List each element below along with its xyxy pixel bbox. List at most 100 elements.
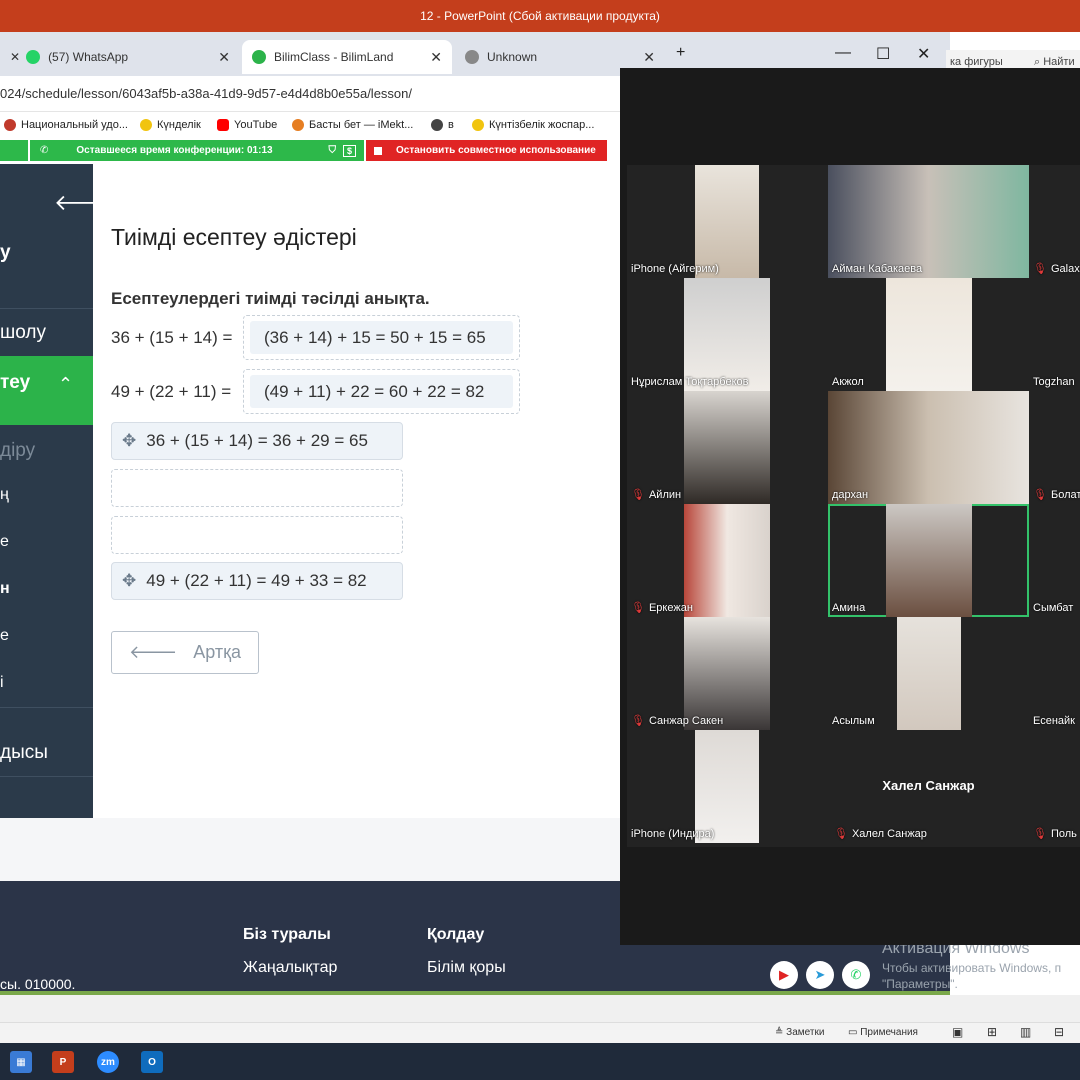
mic-muted-icon: 🎙 (631, 602, 645, 614)
window-close-icon[interactable]: ✕ (917, 44, 930, 64)
bookmark-label: в (448, 119, 454, 131)
sidebar-item-0[interactable]: у (0, 242, 93, 264)
move-icon[interactable]: ✥ (122, 431, 136, 451)
close-icon[interactable]: ✕ (643, 49, 655, 66)
name-text: Акжол (832, 376, 864, 388)
tab-whatsapp[interactable]: ✕ (57) WhatsApp ✕ (0, 40, 240, 74)
participant-tile[interactable]: Сымбат (1029, 504, 1080, 617)
bookmark-national[interactable]: Национальный удо... (4, 119, 128, 131)
sidebar-item-6[interactable]: н (0, 580, 93, 598)
name-text: Санжар Сакен (648, 714, 724, 727)
bookmark-label: Национальный удо... (21, 119, 128, 131)
sidebar-item-4[interactable]: ң (0, 486, 93, 504)
youtube-icon[interactable]: ▶ (770, 961, 798, 989)
participant-name: Акжол (832, 376, 864, 388)
search-icon: ⌕ (1034, 56, 1044, 68)
maximize-icon[interactable]: ☐ (876, 44, 890, 64)
participant-tile[interactable]: Айман Кабакаева (828, 165, 1029, 278)
move-icon[interactable]: ✥ (122, 571, 136, 591)
content-bottom-strip (0, 818, 620, 881)
participant-tile[interactable]: Togzhan (1029, 278, 1080, 391)
bookmark-youtube[interactable]: YouTube (217, 119, 277, 131)
outlook-icon[interactable]: O (141, 1051, 163, 1073)
tab-left-close-icon[interactable]: ✕ (10, 50, 20, 64)
globe-icon (465, 50, 479, 64)
answer-card[interactable]: (36 + 14) + 15 = 50 + 15 = 65 (250, 321, 513, 354)
answer-card[interactable]: (49 + 11) + 22 = 60 + 22 = 82 (250, 375, 513, 408)
sidebar-item-7[interactable]: е (0, 627, 93, 645)
back-button[interactable]: 🡐 Артқа (111, 631, 259, 674)
powerpoint-icon[interactable]: P (52, 1051, 74, 1073)
name-text: iPhone (Индира) (631, 828, 715, 840)
participant-tile[interactable]: 🎙 Санжар Сакен (627, 617, 828, 730)
participant-tile[interactable]: Есенайк (1029, 617, 1080, 730)
sidebar-item-5[interactable]: е (0, 533, 93, 551)
reading-view-icon[interactable]: ▥ (1020, 1025, 1031, 1039)
tab-label: (57) WhatsApp (48, 50, 129, 64)
bookmark-plan[interactable]: Күнтізбелік жоспар... (472, 119, 594, 131)
mic-muted-icon: 🎙 (631, 715, 645, 727)
participant-tile[interactable]: 🎙 Айлин (627, 391, 828, 504)
empty-slot[interactable] (111, 469, 403, 507)
ppt-horizontal-scroll[interactable] (0, 995, 1080, 1023)
participant-tile[interactable]: iPhone (Индира) (627, 730, 828, 843)
stop-icon (374, 146, 382, 155)
draggable-card[interactable]: ✥ 49 + (22 + 11) = 49 + 33 = 82 (111, 562, 403, 600)
stop-share-button[interactable]: Остановить совместное использование (366, 140, 607, 161)
participant-tile[interactable]: 🎙 Еркежан (627, 504, 828, 617)
participant-tile[interactable]: дархан (828, 391, 1029, 504)
answer-dropzone[interactable]: (49 + 11) + 22 = 60 + 22 = 82 (243, 369, 520, 414)
comments-label: Примечания (860, 1027, 918, 1038)
bookmark-label: Басты бет — iMekt... (309, 119, 414, 131)
bookmark-icon (4, 119, 16, 131)
sidebar-item-8[interactable]: і (0, 674, 93, 692)
notes-button[interactable]: ≜ Заметки (775, 1027, 824, 1038)
zoom-icon[interactable]: zm (97, 1051, 119, 1073)
participant-tile[interactable]: Нұрислам Тоқтарбеков (627, 278, 828, 391)
sidebar-label: н (0, 580, 10, 597)
telegram-icon[interactable]: ➤ (806, 961, 834, 989)
ribbon-shape-label[interactable]: ка фигуры (950, 56, 1003, 68)
participant-tile[interactable]: Акжол (828, 278, 1029, 391)
close-icon[interactable]: ✕ (430, 49, 442, 66)
whatsapp-icon[interactable]: ✆ (842, 961, 870, 989)
participant-tile[interactable]: Халел Санжар 🎙 Халел Санжар (828, 730, 1029, 843)
close-icon[interactable]: ✕ (218, 49, 230, 66)
empty-slot[interactable] (111, 516, 403, 554)
name-text: Еркежан (648, 601, 693, 614)
slide-sorter-icon[interactable]: ⊞ (987, 1025, 997, 1039)
footer-knowledge-link[interactable]: Білім қоры (427, 959, 506, 977)
tab-bilimclass[interactable]: BilimClass - BilimLand ✕ (242, 40, 452, 74)
slideshow-icon[interactable]: ⊟ (1054, 1025, 1064, 1039)
participant-tile[interactable]: iPhone (Айгерим) (627, 165, 828, 278)
participant-tile[interactable]: 🎙 Болат (1029, 391, 1080, 504)
notes-label: Заметки (786, 1027, 825, 1038)
bookmark-v[interactable]: в (431, 119, 454, 131)
comments-button[interactable]: ▭ Примечания (848, 1027, 918, 1038)
participant-tile[interactable]: 🎙 Galax (1029, 165, 1080, 278)
sidebar-item-3[interactable]: діру (0, 440, 93, 462)
sidebar-item-9[interactable]: дысы (0, 742, 93, 764)
new-tab-button[interactable]: + (676, 44, 685, 62)
bookmark-kundelik[interactable]: Күнделік (140, 119, 201, 131)
normal-view-icon[interactable]: ▣ (952, 1025, 963, 1039)
url-text[interactable]: 024/schedule/lesson/6043af5b-a38a-41d9-9… (0, 86, 412, 101)
sidebar-item-active[interactable]: теу ⌃ (0, 356, 93, 425)
sidebar-item-1[interactable]: шолу (0, 322, 93, 344)
video-feed (684, 391, 770, 504)
answer-dropzone[interactable]: (36 + 14) + 15 = 50 + 15 = 65 (243, 315, 520, 360)
participant-tile-active-speaker[interactable]: Амина (828, 504, 1029, 617)
expression-left: 36 + (15 + 14) = (111, 328, 233, 347)
name-text: Поль (1050, 827, 1077, 840)
participant-name: iPhone (Индира) (631, 828, 714, 840)
chevron-up-icon[interactable]: ⌃ (58, 374, 73, 395)
video-feed (897, 617, 961, 730)
participant-tile[interactable]: 🎙 Поль (1029, 730, 1080, 843)
bookmark-imektep[interactable]: Басты бет — iMekt... (292, 119, 413, 131)
participant-tile[interactable]: Асылым (828, 617, 1029, 730)
draggable-card[interactable]: ✥ 36 + (15 + 14) = 36 + 29 = 65 (111, 422, 403, 460)
control-panel-icon[interactable]: ▦ (10, 1051, 32, 1073)
timer-label: Оставшееся время конференции: 01:13 (76, 145, 273, 156)
minimize-icon[interactable]: — (835, 44, 851, 62)
footer-news-link[interactable]: Жаңалықтар (243, 959, 337, 977)
